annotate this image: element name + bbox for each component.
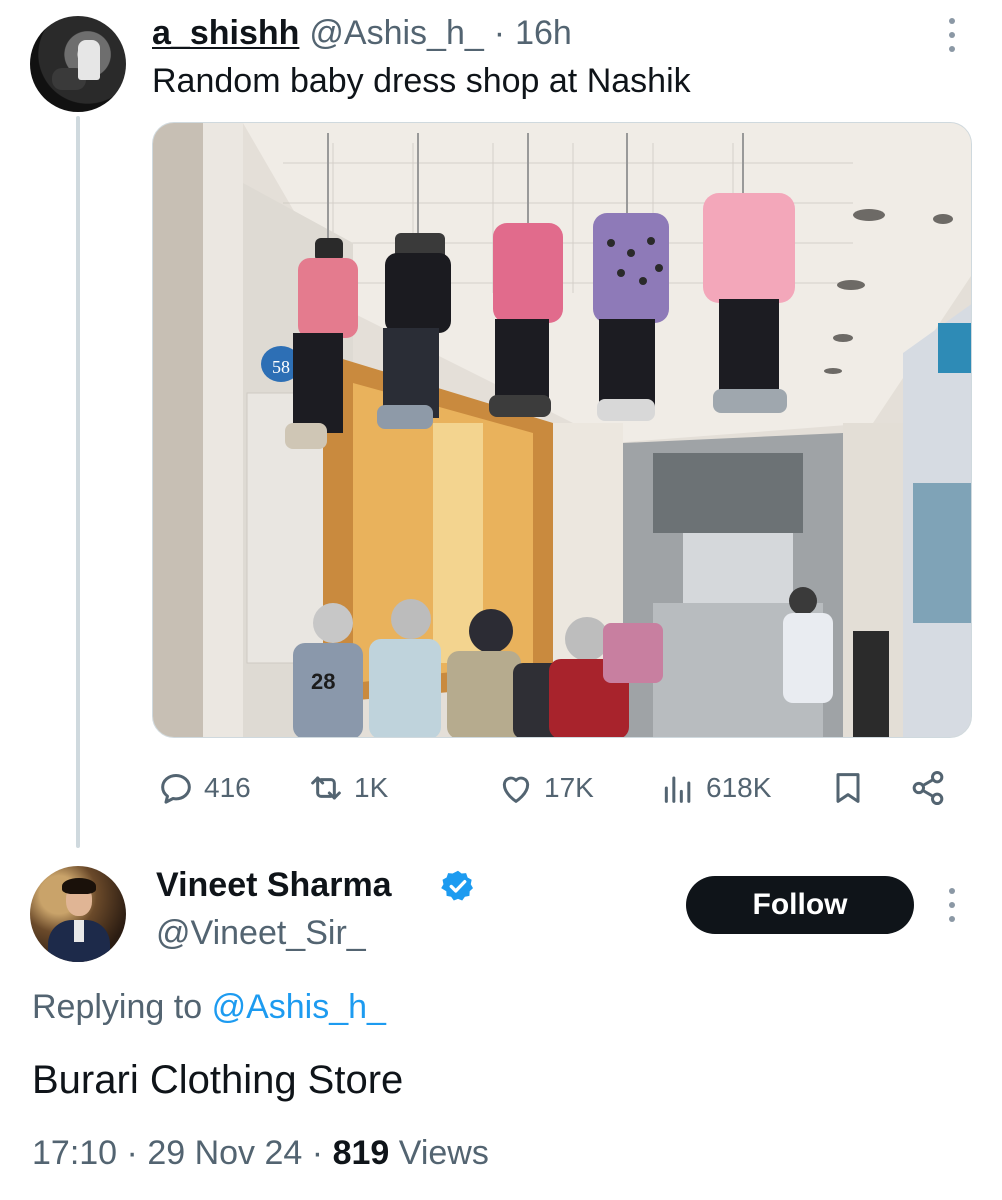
repost-icon [311, 776, 341, 800]
replying-to-mention-link[interactable]: @Ashis_h_ [212, 988, 386, 1026]
views-icon [664, 776, 691, 803]
reply-time[interactable]: 17:10 [32, 1134, 117, 1172]
replying-to-line: Replying to @Ashis_h_ [32, 988, 386, 1027]
tweet-action-bar: 416 1K 17K 618K [152, 764, 972, 812]
views-count: 618K [706, 772, 772, 803]
repost-button[interactable]: 1K [306, 764, 388, 812]
reply-more-options-icon[interactable] [940, 888, 964, 922]
reply-views-count: 819 [332, 1134, 390, 1172]
mannequin-jersey-number: 28 [311, 669, 335, 694]
reply-author-handle[interactable]: @Vineet_Sir_ [156, 914, 366, 953]
meta-separator: · [126, 1134, 138, 1172]
reply-button[interactable]: 416 [156, 764, 251, 812]
author-avatar[interactable] [30, 16, 126, 112]
share-button[interactable] [908, 764, 948, 812]
reply-count: 416 [204, 772, 251, 803]
reply-icon [161, 774, 191, 804]
header-separator: · [493, 14, 506, 52]
like-count: 17K [544, 772, 594, 803]
bookmark-icon [836, 773, 860, 803]
reply-author-display-name[interactable]: Vineet Sharma [156, 866, 392, 905]
follow-button[interactable]: Follow [686, 876, 914, 934]
reply-author-avatar[interactable] [30, 866, 126, 962]
reply-metadata: 17:10 · 29 Nov 24 · 819 Views [32, 1134, 489, 1173]
tweet-media-image[interactable]: 58 28 [152, 122, 972, 738]
more-options-icon[interactable] [940, 18, 964, 52]
store-number: 58 [272, 357, 290, 377]
bookmark-button[interactable] [828, 764, 868, 812]
author-handle[interactable]: @Ashis_h_ [309, 14, 483, 53]
share-icon [912, 771, 944, 805]
verified-badge-icon[interactable] [440, 868, 476, 904]
reply-views-label: Views [398, 1134, 489, 1172]
replying-to-prefix: Replying to [32, 988, 203, 1026]
reply-date[interactable]: 29 Nov 24 [147, 1134, 302, 1172]
thread-connector-line [76, 116, 80, 848]
like-icon [502, 776, 530, 803]
reply-tweet-text: Burari Clothing Store [32, 1058, 404, 1102]
author-display-name[interactable]: a_shishh [152, 14, 299, 53]
views-button[interactable]: 618K [658, 764, 771, 812]
like-button[interactable]: 17K [496, 764, 594, 812]
meta-separator: · [311, 1134, 324, 1172]
tweet-header: a_shishh @Ashis_h_ · 16h [152, 14, 572, 54]
tweet-timestamp[interactable]: 16h [515, 14, 572, 53]
repost-count: 1K [354, 772, 389, 803]
tweet-text: Random baby dress shop at Nashik [152, 62, 691, 100]
